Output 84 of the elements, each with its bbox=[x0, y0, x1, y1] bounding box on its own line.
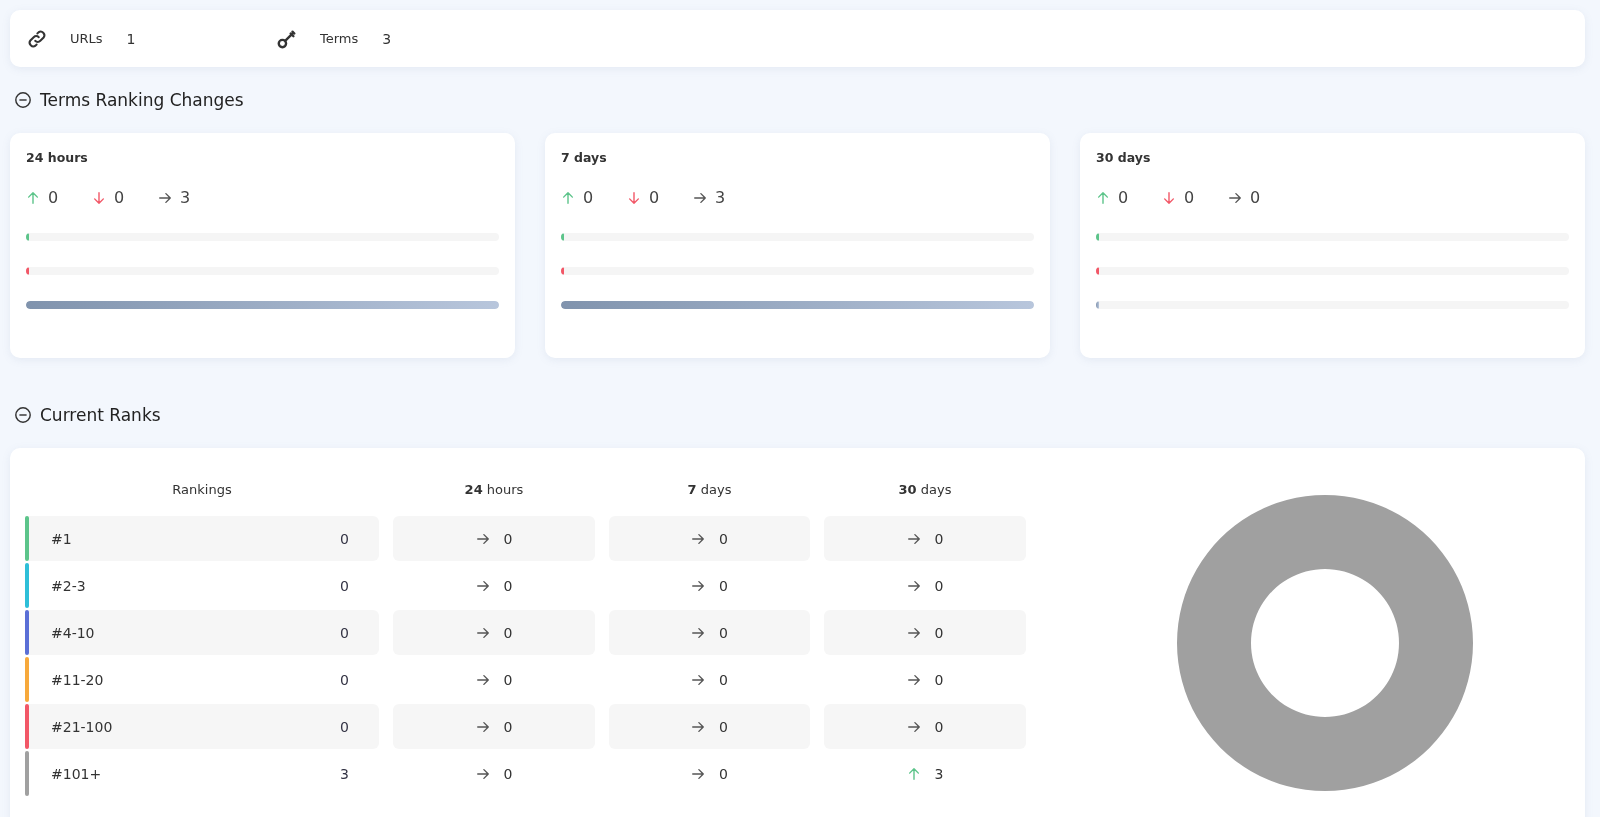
right-arrow-icon bbox=[906, 625, 921, 640]
down-arrow-icon bbox=[1162, 190, 1176, 205]
rank-label: #101+ bbox=[51, 765, 102, 782]
change-value: 0 bbox=[719, 671, 728, 688]
change-value: 3 bbox=[934, 765, 944, 782]
up-arrow-icon bbox=[26, 190, 40, 205]
change-value: 0 bbox=[503, 530, 513, 547]
right-arrow-icon bbox=[475, 578, 490, 593]
summary-label: Terms bbox=[320, 31, 359, 46]
rank-label: #11-20 bbox=[51, 671, 104, 688]
rank-count: 0 bbox=[340, 718, 349, 735]
right-arrow-icon bbox=[691, 766, 706, 781]
change-value: 0 bbox=[934, 624, 944, 641]
down-count: 0 bbox=[114, 188, 125, 207]
up-arrow-icon bbox=[561, 190, 575, 205]
change-value: 0 bbox=[934, 577, 944, 594]
flat-count: 0 bbox=[1250, 188, 1261, 207]
section-toggle[interactable] bbox=[14, 91, 32, 109]
right-arrow-icon bbox=[906, 531, 921, 546]
change-value: 0 bbox=[503, 577, 513, 594]
rank-count: 0 bbox=[340, 671, 349, 688]
section-toggle[interactable] bbox=[14, 406, 32, 424]
right-arrow-icon bbox=[475, 531, 490, 546]
change-value: 0 bbox=[503, 671, 513, 688]
right-arrow-icon bbox=[475, 672, 490, 687]
down-count: 0 bbox=[649, 188, 660, 207]
change-value: 0 bbox=[719, 530, 728, 547]
rank-label: #21-100 bbox=[51, 718, 113, 735]
change-value: 0 bbox=[503, 718, 513, 735]
rank-count: 0 bbox=[340, 624, 349, 641]
key-icon bbox=[276, 27, 298, 50]
card-title: 30 days bbox=[1096, 149, 1152, 167]
right-arrow-icon bbox=[906, 719, 921, 734]
change-value: 0 bbox=[719, 765, 728, 782]
right-arrow-icon bbox=[693, 190, 707, 205]
summary-count: 1 bbox=[126, 30, 136, 47]
up-count: 0 bbox=[583, 188, 594, 207]
down-arrow-icon bbox=[92, 190, 106, 205]
column-header: 7 days bbox=[686, 482, 733, 497]
flat-count: 3 bbox=[180, 188, 191, 207]
right-arrow-icon bbox=[691, 719, 706, 734]
rank-label: #1 bbox=[51, 530, 72, 547]
collapse-icon bbox=[14, 406, 32, 424]
change-value: 0 bbox=[719, 577, 728, 594]
card-title: 24 hours bbox=[26, 149, 89, 167]
column-header: Rankings bbox=[171, 482, 233, 497]
down-arrow-icon bbox=[627, 190, 641, 205]
change-value: 0 bbox=[934, 671, 944, 688]
up-arrow-icon bbox=[906, 766, 921, 781]
section-title: Current Ranks bbox=[40, 405, 161, 425]
change-value: 0 bbox=[719, 718, 728, 735]
change-value: 0 bbox=[719, 624, 728, 641]
up-arrow-icon bbox=[1096, 190, 1110, 205]
right-arrow-icon bbox=[906, 672, 921, 687]
section-title: Terms Ranking Changes bbox=[40, 90, 244, 110]
up-count: 0 bbox=[48, 188, 59, 207]
column-header: 30 days bbox=[897, 482, 953, 497]
up-count: 0 bbox=[1118, 188, 1129, 207]
collapse-icon bbox=[14, 91, 32, 109]
right-arrow-icon bbox=[691, 578, 706, 593]
column-header: 24 hours bbox=[463, 482, 525, 497]
right-arrow-icon bbox=[691, 531, 706, 546]
down-count: 0 bbox=[1184, 188, 1195, 207]
right-arrow-icon bbox=[1228, 190, 1242, 205]
card-title: 7 days bbox=[561, 149, 608, 167]
change-value: 0 bbox=[503, 765, 513, 782]
change-value: 0 bbox=[934, 718, 944, 735]
right-arrow-icon bbox=[158, 190, 172, 205]
right-arrow-icon bbox=[475, 625, 490, 640]
change-value: 0 bbox=[503, 624, 513, 641]
rank-count: 0 bbox=[340, 530, 349, 547]
change-value: 0 bbox=[934, 530, 944, 547]
summary-count: 3 bbox=[382, 30, 392, 47]
right-arrow-icon bbox=[475, 766, 490, 781]
flat-count: 3 bbox=[715, 188, 726, 207]
summary-label: URLs bbox=[70, 31, 103, 46]
rank-count: 3 bbox=[340, 765, 349, 782]
rank-label: #2-3 bbox=[51, 577, 86, 594]
right-arrow-icon bbox=[475, 719, 490, 734]
right-arrow-icon bbox=[906, 578, 921, 593]
rank-count: 0 bbox=[340, 577, 349, 594]
right-arrow-icon bbox=[691, 625, 706, 640]
right-arrow-icon bbox=[691, 672, 706, 687]
rank-label: #4-10 bbox=[51, 624, 95, 641]
